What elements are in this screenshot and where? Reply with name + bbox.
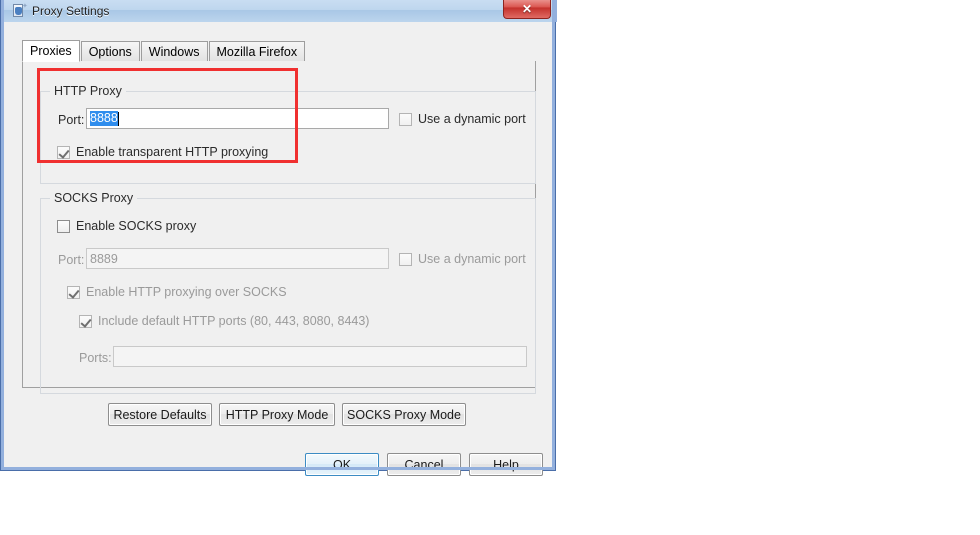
window-title: Proxy Settings [32,4,110,18]
socks-port-label: Port: [58,253,85,267]
tab-windows[interactable]: Windows [140,41,208,62]
enable-socks-proxy-checkbox[interactable]: Enable SOCKS proxy [57,219,196,233]
http-dynamic-port-checkbox[interactable]: Use a dynamic port [399,112,526,126]
cancel-button[interactable]: Cancel [387,453,461,476]
socks-ports-input[interactable] [113,346,527,367]
http-dynamic-port-label: Use a dynamic port [418,112,526,126]
include-default-http-ports-checkbox[interactable]: Include default HTTP ports (80, 443, 808… [79,314,369,328]
window-client-area: Proxies Options Windows Mozilla Firefox … [4,22,554,476]
checkbox-checked-icon [79,314,92,328]
tab-mozilla-firefox[interactable]: Mozilla Firefox [208,41,306,62]
socks-proxy-mode-button[interactable]: SOCKS Proxy Mode [342,403,466,426]
enable-transparent-http-proxying-checkbox[interactable]: Enable transparent HTTP proxying [57,145,268,159]
checkbox-icon [399,112,412,126]
http-port-input[interactable]: 8888 [86,108,389,129]
close-glyph: ✕ [521,2,533,16]
enable-http-proxying-over-socks-label: Enable HTTP proxying over SOCKS [86,285,287,299]
enable-http-proxying-over-socks-checkbox[interactable]: Enable HTTP proxying over SOCKS [67,285,287,299]
text-caret [117,111,119,126]
checkbox-icon [399,252,412,266]
enable-transparent-http-proxying-label: Enable transparent HTTP proxying [76,145,269,159]
socks-port-input[interactable]: 8889 [86,248,389,269]
checkbox-icon [57,219,70,233]
socks-proxy-group: SOCKS Proxy Enable SOCKS proxy Port: 888… [40,191,536,394]
socks-proxy-group-title: SOCKS Proxy [50,191,138,205]
http-proxy-group: HTTP Proxy Port: 8888 Use a dynamic port… [40,84,536,184]
http-proxy-group-title: HTTP Proxy [50,84,126,98]
socks-dynamic-port-label: Use a dynamic port [418,252,526,266]
proxy-settings-window: ✦ Proxy Settings ✕ Proxies Options Windo… [0,0,557,476]
help-button[interactable]: Help [469,453,543,476]
include-default-http-ports-label: Include default HTTP ports (80, 443, 808… [98,314,370,328]
proxy-settings-icon: ✦ [11,3,28,19]
http-port-value: 8888 [90,111,118,126]
enable-socks-proxy-label: Enable SOCKS proxy [76,219,197,233]
tab-options[interactable]: Options [80,41,140,62]
tab-proxies[interactable]: Proxies [22,40,80,62]
http-port-label: Port: [58,113,85,127]
proxies-tab-panel: HTTP Proxy Port: 8888 Use a dynamic port… [22,61,536,426]
checkbox-checked-icon [57,145,70,159]
tabstrip: Proxies Options Windows Mozilla Firefox [22,40,536,62]
ok-button[interactable]: OK [305,453,379,476]
close-icon[interactable]: ✕ [503,0,551,19]
restore-defaults-button[interactable]: Restore Defaults [108,403,212,426]
socks-ports-label: Ports: [79,351,112,365]
checkbox-checked-icon [67,285,80,299]
socks-dynamic-port-checkbox[interactable]: Use a dynamic port [399,252,526,266]
http-proxy-mode-button[interactable]: HTTP Proxy Mode [219,403,335,426]
socks-port-value: 8889 [90,251,118,266]
window-titlebar[interactable]: ✦ Proxy Settings ✕ [1,0,557,22]
